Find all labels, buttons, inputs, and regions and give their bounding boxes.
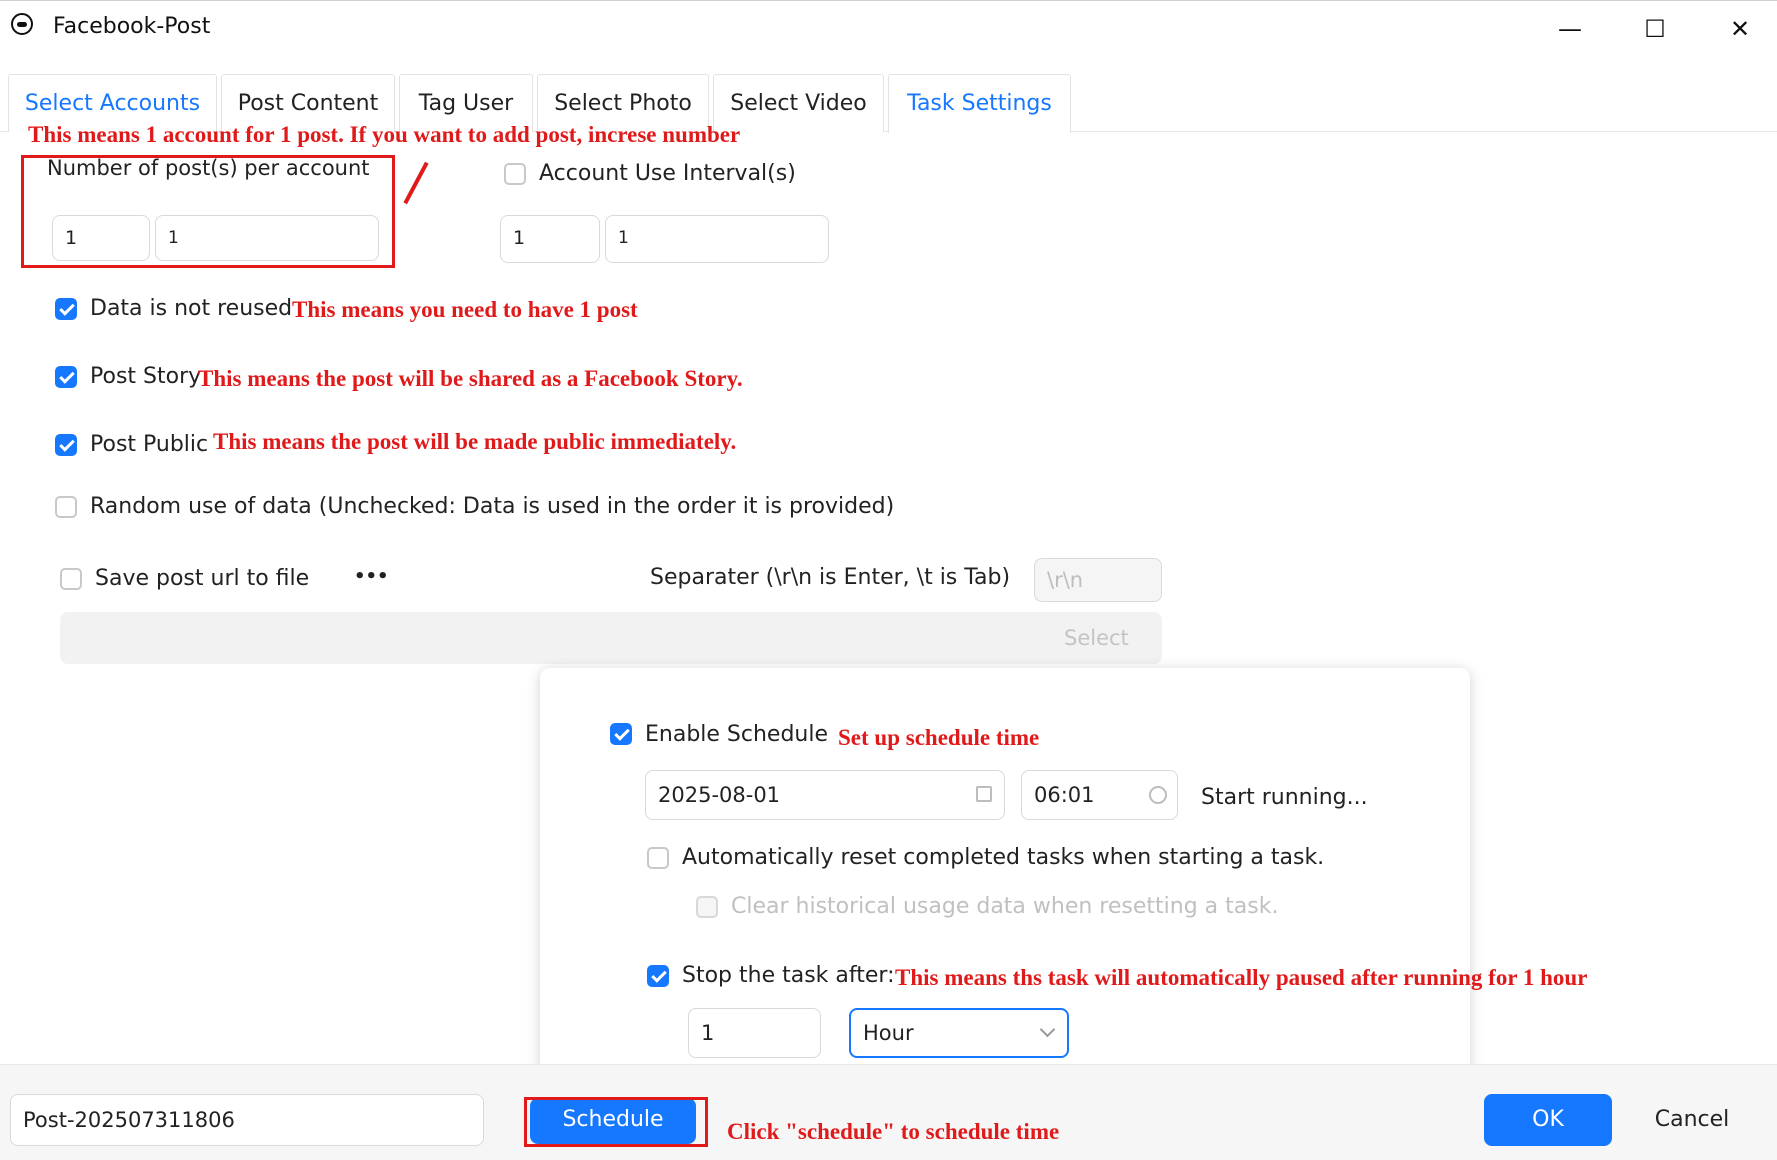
stop-after-checkbox[interactable]	[647, 965, 669, 987]
enable-schedule-checkbox[interactable]	[610, 723, 632, 745]
cancel-button[interactable]: Cancel	[1628, 1094, 1756, 1146]
not-reused-checkbox[interactable]	[55, 298, 77, 320]
clear-history-label: Clear historical usage data when resetti…	[731, 894, 1279, 919]
post-public-label: Post Public	[90, 432, 209, 457]
start-running-text: Start running...	[1201, 785, 1368, 810]
highlight-box-schedule	[524, 1097, 708, 1147]
minimize-button[interactable]: —	[1555, 14, 1585, 44]
stop-unit-value: Hour	[863, 1021, 914, 1045]
ok-button[interactable]: OK	[1484, 1094, 1612, 1146]
annotation-public: This means the post will be made public …	[213, 429, 737, 454]
stop-after-label: Stop the task after:	[682, 963, 895, 988]
clock-icon	[1149, 786, 1167, 804]
post-public-checkbox[interactable]	[55, 434, 77, 456]
close-button[interactable]: ✕	[1725, 14, 1755, 44]
posts-per-account-label: Number of post(s) per account	[47, 156, 370, 180]
annotation-slash-mark	[403, 161, 429, 205]
auto-reset-checkbox[interactable]	[647, 847, 669, 869]
tab-task-settings[interactable]: Task Settings	[888, 74, 1071, 133]
calendar-icon	[976, 786, 992, 802]
random-data-label: Random use of data (Unchecked: Data is u…	[90, 494, 895, 519]
annotation-posts: This means 1 account for 1 post. If you …	[28, 122, 741, 147]
enable-schedule-label: Enable Schedule	[645, 722, 829, 747]
task-name-input[interactable]: Post-202507311806	[10, 1094, 484, 1146]
file-path-field	[60, 612, 1162, 664]
interval-min-input[interactable]: 1	[500, 215, 600, 263]
stop-unit-select[interactable]: Hour	[849, 1008, 1069, 1058]
separator-label: Separater (\r\n is Enter, \t is Tab)	[650, 565, 1011, 590]
random-data-checkbox[interactable]	[55, 496, 77, 518]
annotation-story: This means the post will be shared as a …	[198, 366, 743, 391]
stop-value-input[interactable]: 1	[688, 1008, 821, 1058]
chevron-down-icon	[1039, 1021, 1056, 1038]
schedule-time-value: 06:01	[1034, 783, 1095, 807]
post-story-checkbox[interactable]	[55, 366, 77, 388]
maximize-button[interactable]: ☐	[1640, 14, 1670, 44]
interval-max-input[interactable]: 1	[605, 215, 829, 263]
annotation-click-schedule: Click "schedule" to schedule time	[727, 1119, 1060, 1144]
interval-checkbox[interactable]	[504, 163, 526, 185]
save-url-checkbox[interactable]	[60, 568, 82, 590]
annotation-schedule-time: Set up schedule time	[838, 725, 1040, 750]
title-bar	[0, 0, 1777, 57]
auto-reset-label: Automatically reset completed tasks when…	[682, 845, 1325, 870]
more-options-icon[interactable]: •••	[354, 566, 389, 587]
posts-max-input[interactable]: 1	[155, 215, 379, 261]
save-url-label: Save post url to file	[95, 566, 310, 591]
schedule-date-value: 2025-08-01	[658, 783, 781, 807]
posts-min-input[interactable]: 1	[52, 215, 150, 261]
schedule-time-input[interactable]: 06:01	[1021, 770, 1178, 820]
select-file-button[interactable]: Select	[1064, 626, 1129, 650]
not-reused-label: Data is not reused	[90, 296, 293, 321]
annotation-not-reused: This means you need to have 1 post	[292, 297, 638, 322]
separator-input[interactable]: \r\n	[1034, 558, 1162, 602]
app-logo-icon	[11, 13, 33, 35]
interval-label: Account Use Interval(s)	[539, 161, 796, 186]
post-story-label: Post Story	[90, 364, 202, 389]
annotation-stop-after: This means ths task will automatically p…	[895, 965, 1588, 990]
window-title: Facebook-Post	[53, 14, 211, 39]
clear-history-checkbox[interactable]	[696, 896, 718, 918]
schedule-date-input[interactable]: 2025-08-01	[645, 770, 1005, 820]
